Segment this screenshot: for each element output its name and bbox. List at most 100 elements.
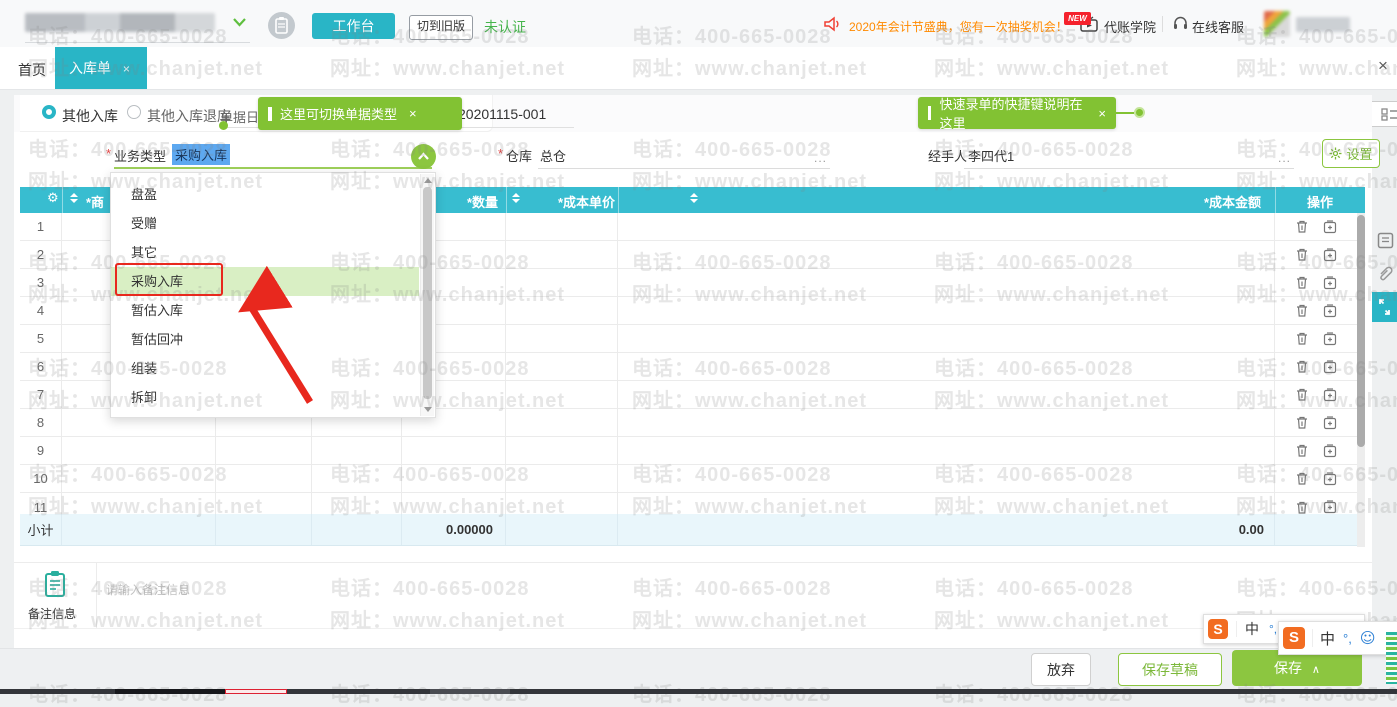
collapse-circle-button[interactable] (411, 144, 436, 169)
row-input-cell[interactable] (506, 213, 618, 240)
row-input-cell[interactable] (618, 325, 1275, 352)
row-input-cell[interactable] (506, 381, 618, 408)
insert-row-icon[interactable] (1323, 444, 1337, 458)
dropdown-item[interactable]: 受赠 (111, 209, 419, 238)
insert-row-icon[interactable] (1323, 388, 1337, 402)
column-settings-gear-icon[interactable]: ⚙ (47, 191, 59, 206)
row-input-cell[interactable] (506, 325, 618, 352)
discard-button[interactable]: 放弃 (1031, 653, 1091, 686)
row-input-cell[interactable] (402, 437, 506, 464)
save-button[interactable]: 保存 ∧ (1232, 650, 1362, 686)
academy-link[interactable]: 代账学院 (1104, 17, 1156, 36)
tab-inbound-order[interactable]: 入库单 × (55, 47, 147, 89)
insert-row-icon[interactable] (1323, 220, 1337, 234)
row-input-cell[interactable] (618, 269, 1275, 296)
header-amount[interactable]: *成本金额 (1106, 192, 1261, 211)
delete-row-icon[interactable] (1295, 471, 1309, 486)
biz-type-value[interactable]: 采购入库 (172, 144, 230, 165)
warehouse-more-icon[interactable]: ... (814, 151, 827, 165)
notes-panel-icon[interactable] (1377, 232, 1394, 249)
insert-row-icon[interactable] (1323, 332, 1337, 346)
sort-qty[interactable] (512, 193, 520, 203)
insert-row-icon[interactable] (1323, 276, 1337, 290)
doc-number[interactable]: 20201115-001 (458, 106, 546, 122)
delete-row-icon[interactable] (1295, 387, 1309, 402)
ime-bar-front[interactable]: S 中 °, ☺ (1278, 621, 1397, 655)
row-input-cell[interactable] (62, 493, 216, 514)
delete-row-icon[interactable] (1295, 359, 1309, 374)
online-service-link[interactable]: 在线客服 (1192, 17, 1244, 36)
not-certified-label[interactable]: 未认证 (484, 17, 526, 37)
scroll-down-arrow[interactable] (424, 407, 432, 412)
dropdown-item[interactable]: 盘盈 (111, 180, 419, 209)
delete-row-icon[interactable] (1295, 443, 1309, 458)
row-input-cell[interactable] (618, 409, 1275, 436)
ime-logo-icon[interactable]: S (1283, 627, 1305, 649)
workbench-button[interactable]: 工作台 (312, 13, 395, 39)
insert-row-icon[interactable] (1323, 500, 1337, 514)
username-blurred[interactable] (1296, 17, 1350, 32)
dropdown-item[interactable]: 暂估回冲 (111, 325, 419, 354)
delete-row-icon[interactable] (1295, 275, 1309, 290)
row-input-cell[interactable] (506, 269, 618, 296)
sort-product[interactable] (70, 193, 78, 203)
company-name-blurred[interactable] (25, 13, 215, 32)
settings-button[interactable]: 设置 (1322, 139, 1380, 168)
row-input-cell[interactable] (618, 241, 1275, 268)
row-input-cell[interactable] (618, 353, 1275, 380)
table-scrollbar[interactable] (1357, 213, 1365, 547)
row-input-cell[interactable] (312, 465, 402, 492)
delete-row-icon[interactable] (1295, 500, 1309, 515)
delete-row-icon[interactable] (1295, 331, 1309, 346)
row-input-cell[interactable] (618, 493, 1275, 514)
row-input-cell[interactable] (506, 241, 618, 268)
dropdown-item[interactable]: 暂估入库 (111, 296, 419, 325)
view-toggle-form[interactable] (1370, 101, 1397, 127)
warehouse-value[interactable]: 总仓 (540, 146, 566, 165)
row-input-cell[interactable] (618, 297, 1275, 324)
dropdown-item[interactable]: 采购入库 (111, 267, 419, 296)
remark-input[interactable]: 请输入备注信息 (106, 581, 190, 598)
insert-row-icon[interactable] (1323, 304, 1337, 318)
insert-row-icon[interactable] (1323, 416, 1337, 430)
radio-other-inbound[interactable] (42, 105, 56, 119)
dropdown-item[interactable]: 拆卸 (111, 383, 419, 412)
close-all-icon[interactable]: × (1378, 56, 1388, 76)
ime-lang-toggle[interactable]: 中 (1245, 619, 1259, 639)
ime-logo-icon[interactable]: S (1208, 619, 1228, 639)
row-input-cell[interactable] (312, 437, 402, 464)
announcement-text[interactable]: 2020年会计节盛典，您有一次抽奖机会！ (849, 18, 1068, 35)
row-input-cell[interactable] (216, 437, 312, 464)
row-input-cell[interactable] (62, 465, 216, 492)
tab-close-icon[interactable]: × (123, 62, 130, 76)
table-scrollbar-thumb[interactable] (1357, 215, 1365, 447)
header-product[interactable]: *商 (86, 192, 104, 211)
switch-old-version-button[interactable]: 切到旧版 (409, 15, 473, 40)
tab-home[interactable]: 首页 (18, 60, 46, 80)
row-input-cell[interactable] (402, 493, 506, 514)
delete-row-icon[interactable] (1295, 247, 1309, 262)
insert-row-icon[interactable] (1323, 472, 1337, 486)
row-input-cell[interactable] (402, 465, 506, 492)
header-unit-cost[interactable]: *成本单价 (558, 192, 615, 211)
clipboard-circle-icon[interactable] (268, 12, 295, 39)
row-input-cell[interactable] (506, 353, 618, 380)
attachment-paperclip-icon[interactable] (1377, 265, 1394, 282)
row-input-cell[interactable] (506, 437, 618, 464)
sort-unit-cost[interactable] (690, 193, 698, 203)
ime-punct-toggle[interactable]: °, (1343, 631, 1352, 646)
row-input-cell[interactable] (618, 381, 1275, 408)
handler-more-icon[interactable]: ... (1278, 151, 1291, 165)
save-draft-button[interactable]: 保存草稿 (1118, 653, 1222, 686)
scroll-up-arrow[interactable] (424, 178, 432, 183)
avatar[interactable] (1264, 11, 1290, 37)
row-input-cell[interactable] (618, 465, 1275, 492)
row-input-cell[interactable] (506, 297, 618, 324)
row-input-cell[interactable] (216, 493, 312, 514)
insert-row-icon[interactable] (1323, 360, 1337, 374)
expand-panel-button[interactable] (1372, 292, 1397, 322)
radio-other-inbound-return[interactable] (127, 105, 141, 119)
insert-row-icon[interactable] (1323, 248, 1337, 262)
dropdown-item[interactable]: 其它 (111, 238, 419, 267)
row-input-cell[interactable] (216, 465, 312, 492)
